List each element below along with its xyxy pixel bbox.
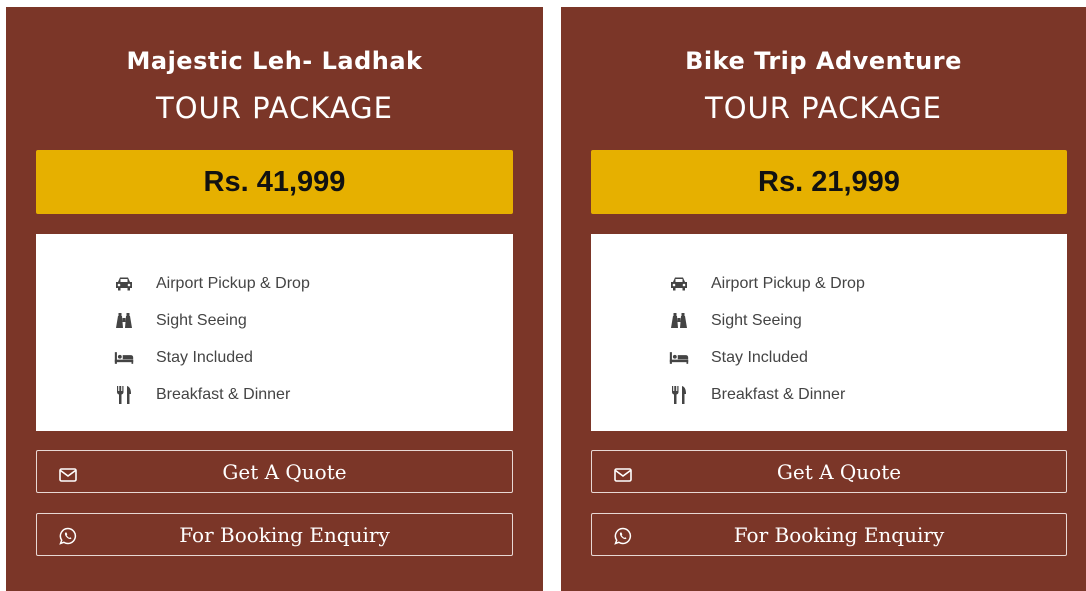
feature-label: Stay Included xyxy=(711,348,808,366)
package-card-bike-trip: Bike Trip Adventure TOUR PACKAGE Rs. 21,… xyxy=(561,7,1086,591)
whatsapp-icon xyxy=(614,526,634,545)
binoculars-icon xyxy=(669,311,689,331)
envelope-icon xyxy=(59,463,79,482)
feature-item-airport: Airport Pickup & Drop xyxy=(36,265,513,302)
get-quote-label: Get A Quote xyxy=(222,459,347,484)
bed-icon xyxy=(669,348,689,368)
envelope-icon xyxy=(614,463,634,482)
feature-item-sightseeing: Sight Seeing xyxy=(591,302,1067,339)
features-list: Airport Pickup & Drop Sight Seeing Stay … xyxy=(591,234,1067,431)
feature-label: Airport Pickup & Drop xyxy=(711,274,865,292)
feature-label: Sight Seeing xyxy=(711,311,802,329)
feature-label: Sight Seeing xyxy=(156,311,247,329)
car-icon xyxy=(114,274,134,294)
utensils-icon xyxy=(114,385,134,405)
car-icon xyxy=(669,274,689,294)
price-banner: Rs. 21,999 xyxy=(591,150,1067,214)
booking-enquiry-label: For Booking Enquiry xyxy=(179,522,390,547)
binoculars-icon xyxy=(114,311,134,331)
feature-item-meals: Breakfast & Dinner xyxy=(36,376,513,413)
booking-enquiry-button[interactable]: For Booking Enquiry xyxy=(36,513,513,556)
booking-enquiry-label: For Booking Enquiry xyxy=(733,522,945,547)
get-quote-label: Get A Quote xyxy=(776,459,902,484)
package-title: Majestic Leh- Ladhak xyxy=(126,47,423,75)
price-banner: Rs. 41,999 xyxy=(36,150,513,214)
bed-icon xyxy=(114,348,134,368)
package-subtitle: TOUR PACKAGE xyxy=(705,91,942,125)
feature-label: Breakfast & Dinner xyxy=(156,385,291,403)
feature-item-sightseeing: Sight Seeing xyxy=(36,302,513,339)
whatsapp-icon xyxy=(59,526,79,545)
feature-label: Stay Included xyxy=(156,348,253,366)
package-card-leh-ladakh: Majestic Leh- Ladhak TOUR PACKAGE Rs. 41… xyxy=(6,7,543,591)
feature-item-stay: Stay Included xyxy=(591,339,1067,376)
get-quote-button[interactable]: Get A Quote xyxy=(36,450,513,493)
feature-item-airport: Airport Pickup & Drop xyxy=(591,265,1067,302)
feature-label: Breakfast & Dinner xyxy=(711,385,846,403)
package-title: Bike Trip Adventure xyxy=(685,47,962,75)
get-quote-button[interactable]: Get A Quote xyxy=(591,450,1067,493)
utensils-icon xyxy=(669,385,689,405)
booking-enquiry-button[interactable]: For Booking Enquiry xyxy=(591,513,1067,556)
feature-item-stay: Stay Included xyxy=(36,339,513,376)
feature-item-meals: Breakfast & Dinner xyxy=(591,376,1067,413)
package-subtitle: TOUR PACKAGE xyxy=(156,91,393,125)
page: Majestic Leh- Ladhak TOUR PACKAGE Rs. 41… xyxy=(0,0,1086,591)
feature-label: Airport Pickup & Drop xyxy=(156,274,310,292)
features-list: Airport Pickup & Drop Sight Seeing Stay … xyxy=(36,234,513,431)
